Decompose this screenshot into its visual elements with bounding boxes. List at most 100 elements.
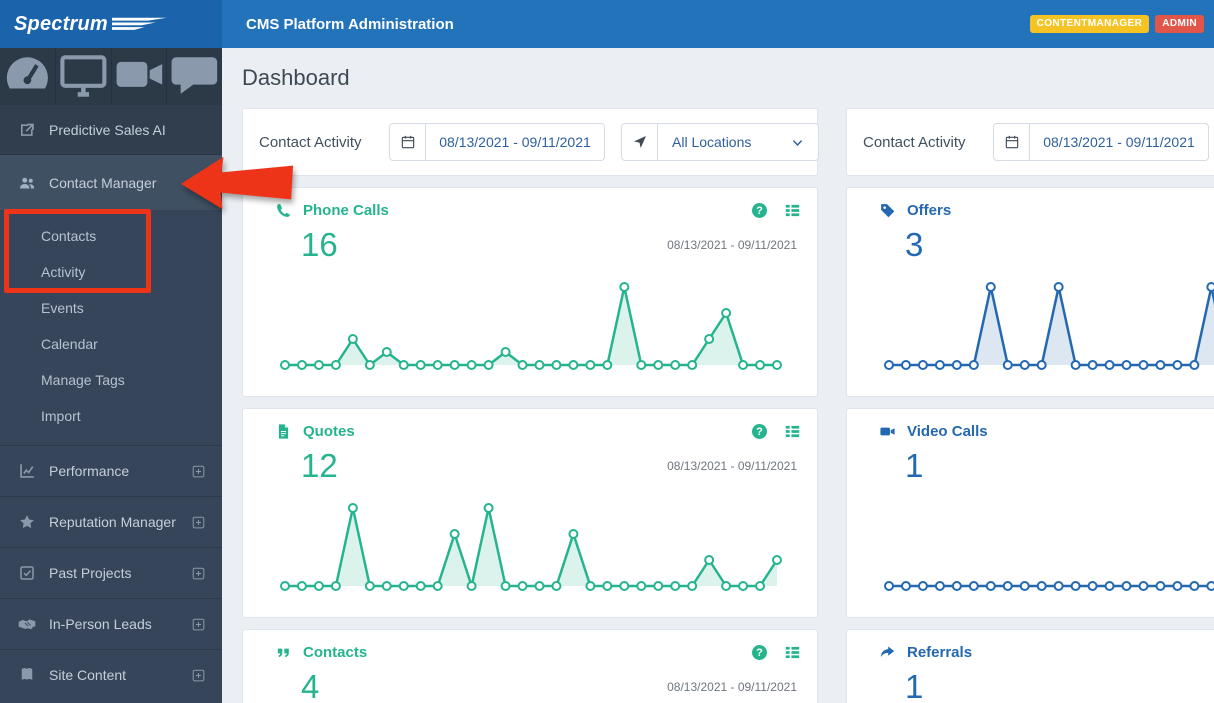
stat-card-offers: Offers ? 3: [846, 187, 1214, 397]
sidebar-item-label: Contact Manager: [49, 174, 157, 191]
card-title: Referrals: [907, 644, 973, 661]
contact-activity-filter: Contact Activity 08/13/2021 - 09/11/2021…: [242, 108, 819, 176]
sidebar-item-label: Past Projects: [49, 565, 132, 581]
stat-card-header: Quotes ?: [259, 423, 801, 440]
card-period: 08/13/2021 - 09/11/2021: [667, 679, 797, 694]
card-title: Phone Calls: [303, 202, 389, 219]
brand-swoosh-icon: [111, 17, 167, 30]
sidebar-tab-chat[interactable]: [167, 48, 222, 105]
submenu-item-contacts[interactable]: Contacts: [0, 218, 222, 254]
stat-card-video-calls: Video Calls ? 1: [846, 408, 1214, 618]
chevron-down-icon: [791, 136, 804, 149]
card-value: 1: [905, 668, 924, 703]
location-select[interactable]: All Locations: [621, 123, 819, 161]
share-square-icon: [18, 121, 36, 139]
list-view-icon[interactable]: [784, 423, 801, 440]
stat-card-header: Phone Calls ?: [259, 202, 801, 219]
card-title: Video Calls: [907, 423, 988, 440]
plus-square-icon[interactable]: [191, 515, 206, 530]
plus-square-icon[interactable]: [191, 617, 206, 632]
sparkline-chart: [280, 502, 782, 591]
filter-label: Contact Activity: [259, 133, 362, 151]
calendar-icon: [994, 124, 1030, 160]
submenu-item-activity[interactable]: Activity: [0, 254, 222, 290]
list-view-icon[interactable]: [784, 644, 801, 661]
sidebar-tab-gauge[interactable]: [0, 48, 56, 105]
plus-square-icon[interactable]: [191, 464, 206, 479]
sidebar-item-reputation-manager[interactable]: Reputation Manager: [0, 496, 222, 547]
sidebar-item-performance[interactable]: Performance: [0, 445, 222, 496]
sidebar-item-label: Site Content: [49, 667, 127, 683]
role-badge: CONTENTMANAGER: [1029, 15, 1150, 33]
stat-card-referrals: Referrals ? 1: [846, 629, 1214, 703]
location-arrow-icon: [622, 124, 658, 160]
app-title: CMS Platform Administration: [246, 15, 454, 33]
page-title: Dashboard: [242, 65, 350, 90]
card-value: 16: [301, 226, 338, 263]
right-column: Contact Activity 08/13/2021 - 09/11/2021…: [846, 108, 1214, 703]
card-value: 3: [905, 226, 924, 263]
role-badge: ADMIN: [1155, 15, 1204, 33]
date-range-picker[interactable]: 08/13/2021 - 09/11/2021: [389, 123, 605, 161]
stat-card-header: Video Calls ?: [863, 423, 1214, 440]
referral-icon: [879, 644, 896, 661]
sidebar-item-label: Performance: [49, 463, 130, 479]
brand-logo[interactable]: Spectrum: [0, 0, 222, 48]
card-value: 1: [905, 447, 924, 484]
sidebar-item-site-content[interactable]: Site Content: [0, 649, 222, 700]
sidebar-item-contact-manager[interactable]: Contact Manager: [0, 155, 222, 210]
gauge-icon: [0, 47, 55, 107]
stat-card-header: Referrals ?: [863, 644, 1214, 661]
card-period: 08/13/2021 - 09/11/2021: [667, 458, 797, 473]
filter-label: Contact Activity: [863, 133, 966, 151]
users-icon: [18, 174, 36, 192]
card-title: Quotes: [303, 423, 355, 440]
sidebar-item-past-projects[interactable]: Past Projects: [0, 547, 222, 598]
chat-icon: [167, 47, 222, 107]
stat-card-header: Contacts ?: [259, 644, 801, 661]
submenu-item-calendar[interactable]: Calendar: [0, 326, 222, 362]
sidebar: Predictive Sales AI Contact Manager Conta…: [0, 48, 222, 703]
sidebar-tab-desktop[interactable]: [56, 48, 112, 105]
date-range-picker[interactable]: 08/13/2021 - 09/11/2021: [993, 123, 1209, 161]
sidebar-item-in-person-leads[interactable]: In-Person Leads: [0, 598, 222, 649]
plus-square-icon[interactable]: [191, 668, 206, 683]
help-icon[interactable]: ?: [752, 203, 767, 218]
contact-activity-filter: Contact Activity 08/13/2021 - 09/11/2021…: [846, 108, 1214, 176]
sparkline-chart: [280, 281, 782, 370]
sidebar-item-label: Reputation Manager: [49, 514, 176, 530]
help-icon[interactable]: ?: [752, 424, 767, 439]
sidebar-item-label: In-Person Leads: [49, 616, 152, 632]
submenu-item-import[interactable]: Import: [0, 398, 222, 434]
help-icon[interactable]: ?: [752, 645, 767, 660]
sidebar-tab-video-camera[interactable]: [112, 48, 168, 105]
card-title: Contacts: [303, 644, 368, 661]
book-icon: [18, 666, 36, 684]
card-value: 12: [301, 447, 338, 484]
topbar-badges: CONTENTMANAGER ADMIN: [1029, 0, 1214, 48]
quote-icon: [275, 644, 292, 661]
submenu-item-manage-tags[interactable]: Manage Tags: [0, 362, 222, 398]
sidebar-item-predictive-sales-ai[interactable]: Predictive Sales AI: [0, 105, 222, 155]
card-value: 4: [301, 668, 320, 703]
plus-square-icon[interactable]: [191, 566, 206, 581]
tasks-icon: [18, 564, 36, 582]
date-range-value[interactable]: 08/13/2021 - 09/11/2021: [1030, 124, 1208, 160]
desktop-icon: [56, 47, 111, 107]
sidebar-icon-tabs: [0, 48, 222, 105]
calendar-icon: [390, 124, 426, 160]
sidebar-nav: Predictive Sales AI Contact Manager: [0, 105, 222, 210]
location-value: All Locations: [672, 134, 752, 150]
brand-name: Spectrum: [14, 12, 108, 35]
stat-card-phone-calls: Phone Calls ? 16 08/13/2021 - 09/11/2021: [242, 187, 818, 397]
phone-icon: [275, 202, 292, 219]
top-bar: Spectrum CMS Platform Administration CON…: [0, 0, 1214, 48]
submenu-item-events[interactable]: Events: [0, 290, 222, 326]
video-camera-icon: [879, 423, 896, 440]
stat-card-quotes: Quotes ? 12 08/13/2021 - 09/11/2021: [242, 408, 818, 618]
sparkline-chart: [884, 580, 1214, 591]
main-content: Dashboard Contact Activity 08/13/2021 - …: [222, 48, 1214, 703]
card-title: Offers: [907, 202, 952, 219]
date-range-value[interactable]: 08/13/2021 - 09/11/2021: [426, 124, 604, 160]
list-view-icon[interactable]: [784, 202, 801, 219]
